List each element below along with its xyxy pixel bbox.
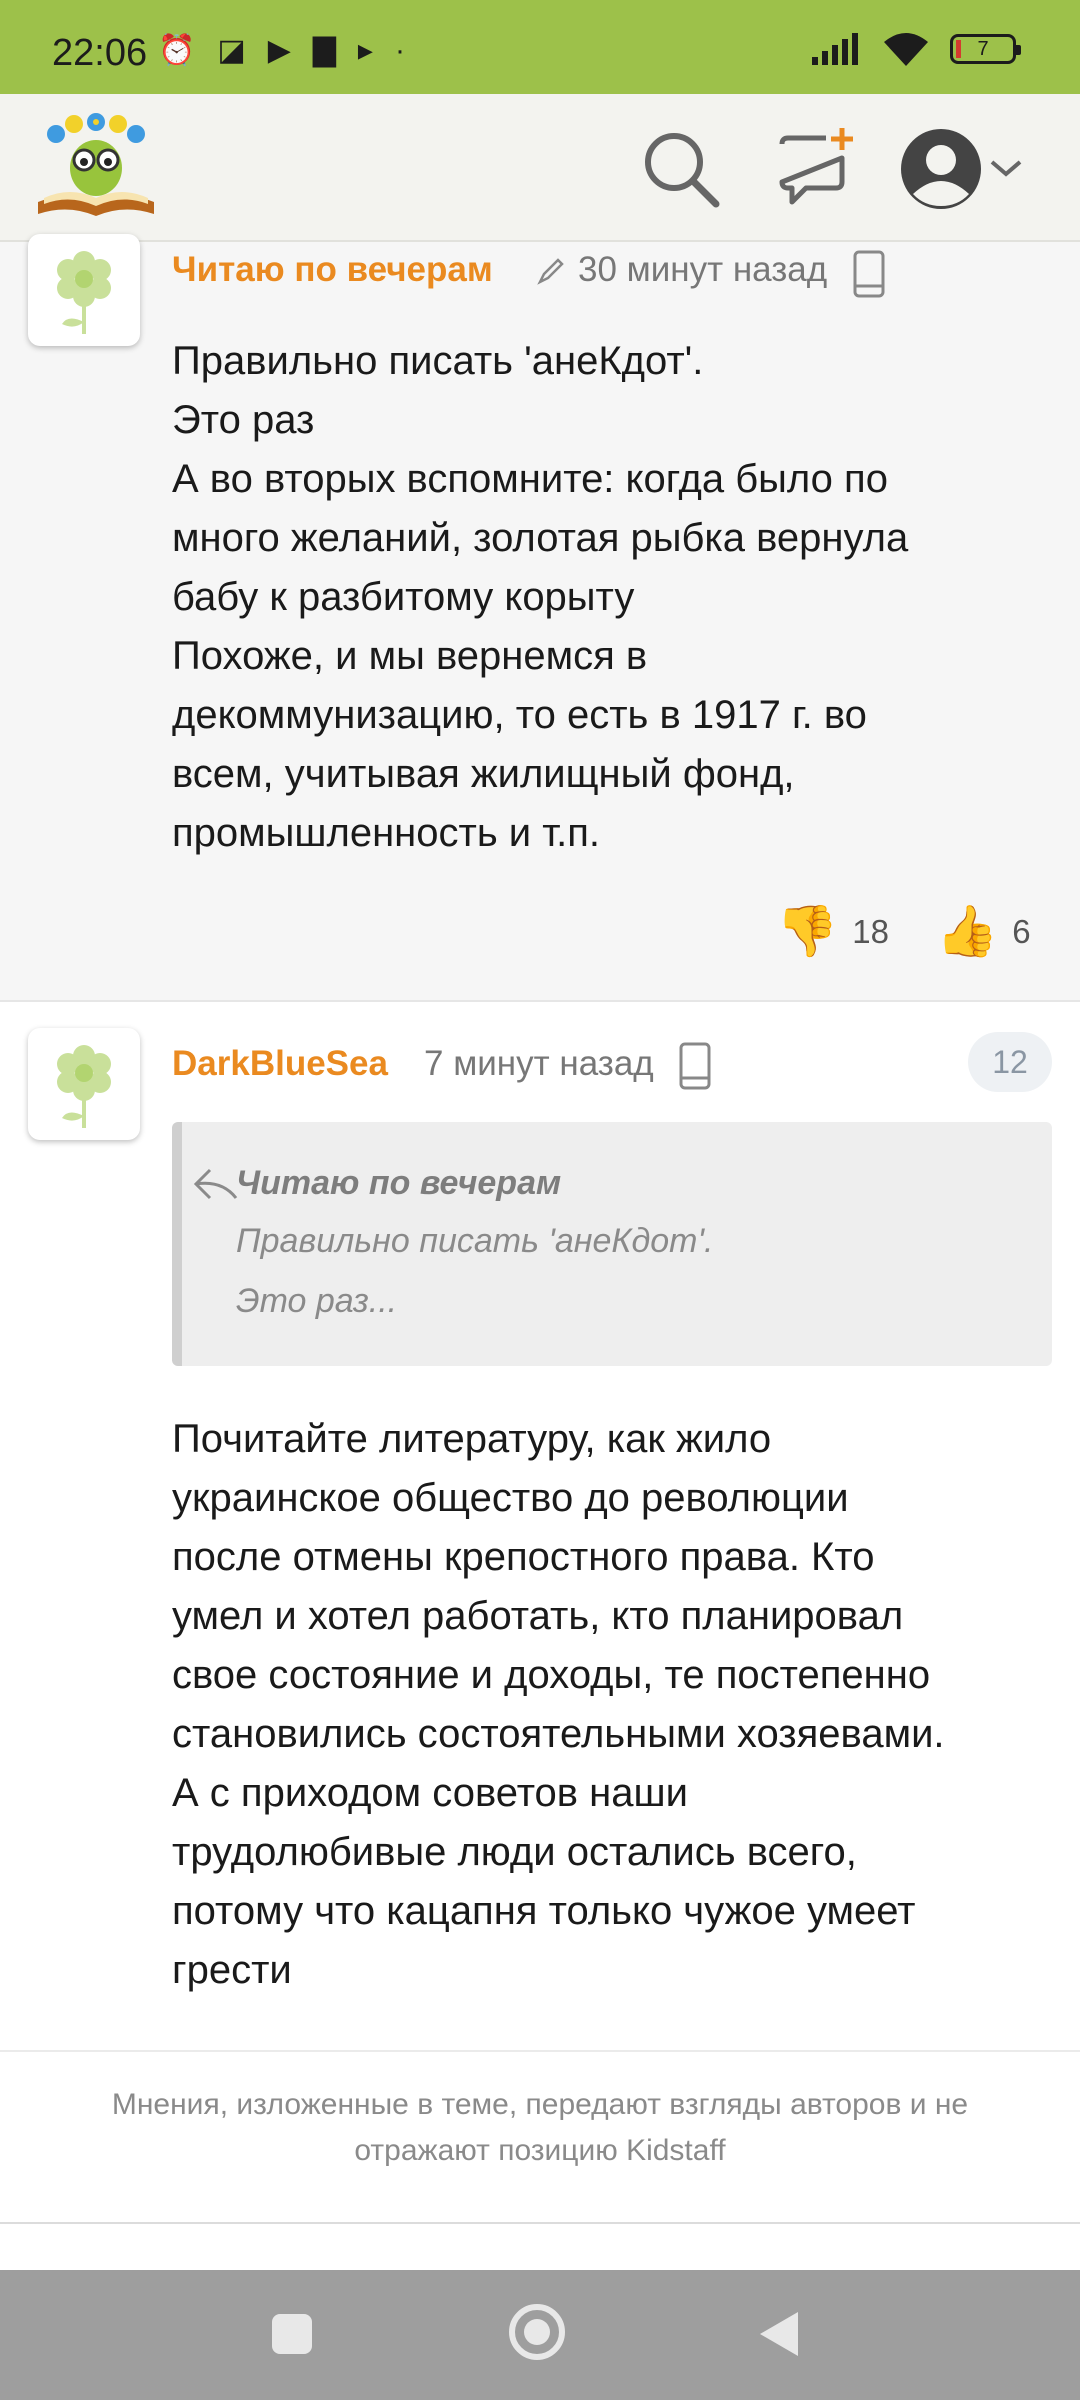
comment-line: Правильно писать 'анеКдот'. <box>172 339 704 383</box>
comment-time: 30 минут назад <box>578 250 828 289</box>
comment-number-badge[interactable]: 12 <box>968 1032 1052 1092</box>
divider <box>0 2222 1080 2224</box>
quote-author: Читаю по вечерам <box>236 1164 562 1202</box>
flower-avatar-icon[interactable] <box>28 1028 140 1140</box>
battery-level: 7 <box>977 38 989 60</box>
back-button[interactable] <box>760 2312 798 2356</box>
comment-line: Это раз <box>172 398 315 442</box>
quote-text: Правильно писать 'анеКдот'. <box>236 1222 714 1260</box>
logo-book-icon[interactable] <box>34 110 158 222</box>
comment-item: Читаю по вечерам 30 минут назад Правильн… <box>0 234 1080 1002</box>
comment-line: бабу к разбитому корыту <box>172 575 635 619</box>
comment-author[interactable]: DarkBlueSea <box>172 1044 388 1084</box>
wifi-icon <box>884 33 928 66</box>
new-comment-icon[interactable] <box>772 124 862 214</box>
disclaimer-line: Мнения, изложенные в теме, передают взгл… <box>111 2088 969 2121</box>
comment-line: промышленность и т.п. <box>172 811 601 855</box>
youtube-icon: ▶ <box>267 34 291 67</box>
like-count: 6 <box>1012 912 1031 950</box>
status-bar: 22:06 ⏰ ◪ ▶ ▇ ▸ · 7 <box>0 0 1080 94</box>
comment-line: Похоже, и мы вернемся в <box>172 634 648 678</box>
comment-time: 7 минут назад <box>424 1044 654 1083</box>
dislike-button[interactable]: 👎 18 <box>776 902 889 961</box>
comment-line: становились состоятельными хозяевами. <box>172 1712 945 1756</box>
app-header <box>0 94 1080 242</box>
reply-arrow-icon <box>193 1168 238 1200</box>
quote-text: Это раз... <box>236 1282 398 1320</box>
disclaimer: Мнения, изложенные в теме, передают взгл… <box>40 2082 1040 2174</box>
comment-line: много желаний, золотая рыбка вернула <box>172 516 909 560</box>
notification-icons: ⏰ ◪ ▶ ▇ ▸ · <box>158 36 405 66</box>
comment-author[interactable]: Читаю по вечерам <box>172 250 493 290</box>
system-icons: 7 <box>812 32 1021 66</box>
comment-line: всем, учитывая жилищный фонд, <box>172 752 795 796</box>
play-icon: ▸ <box>357 34 373 67</box>
nfc-icon: ◪ <box>217 34 246 67</box>
mobile-device-icon <box>853 250 885 298</box>
like-button[interactable]: 👍 6 <box>936 902 1031 961</box>
comment-line: А с приходом советов наши <box>172 1771 688 1815</box>
search-icon[interactable] <box>636 124 726 214</box>
comment-line: грести <box>172 1948 292 1992</box>
disclaimer-line: отражают позицию Kidstaff <box>354 2134 726 2167</box>
user-avatar-icon[interactable] <box>896 124 986 214</box>
quoted-comment[interactable]: Читаю по вечерам Правильно писать 'анеКд… <box>172 1122 1052 1366</box>
recents-button[interactable] <box>272 2314 312 2354</box>
comment-line: свое состояние и доходы, те постепенно <box>172 1653 931 1697</box>
comment-line: А во вторых вспомните: когда было по <box>172 457 888 501</box>
comment-line: после отмены крепостного права. Кто <box>172 1535 875 1579</box>
thumbs-down-icon: 👎 <box>776 903 839 959</box>
chevron-down-icon[interactable] <box>986 124 1026 214</box>
bus-icon: ▇ <box>312 34 336 67</box>
home-button[interactable] <box>509 2304 565 2360</box>
dot-icon: · <box>394 34 405 67</box>
comment-line: трудолюбивые люди остались всего, <box>172 1830 857 1874</box>
comment-body: Правильно писать 'анеКдот'. Это раз А во… <box>172 332 1052 863</box>
battery-icon: 7 <box>950 34 1021 64</box>
comment-line: Почитайте литературу, как жило <box>172 1417 772 1461</box>
system-nav-bar <box>0 2270 1080 2400</box>
comment-body: Почитайте литературу, как жило украинско… <box>172 1410 1072 2000</box>
status-time: 22:06 <box>52 32 148 74</box>
mobile-device-icon <box>679 1042 711 1090</box>
comment-line: потому что кацапня только чужое умеет <box>172 1889 916 1933</box>
dislike-count: 18 <box>852 912 889 950</box>
thumbs-up-icon: 👍 <box>936 903 999 959</box>
comment-line: декоммунизацию, то есть в 1917 г. во <box>172 693 867 737</box>
flower-avatar-icon[interactable] <box>28 234 140 346</box>
signal-icon <box>812 33 858 65</box>
alarm-icon: ⏰ <box>158 34 196 67</box>
edit-pencil-icon <box>537 258 564 285</box>
comment-line: умел и хотел работать, кто планировал <box>172 1594 904 1638</box>
comment-line: украинское общество до революции <box>172 1476 849 1520</box>
comment-item: DarkBlueSea 7 минут назад 12 Читаю по ве… <box>0 1002 1080 2052</box>
